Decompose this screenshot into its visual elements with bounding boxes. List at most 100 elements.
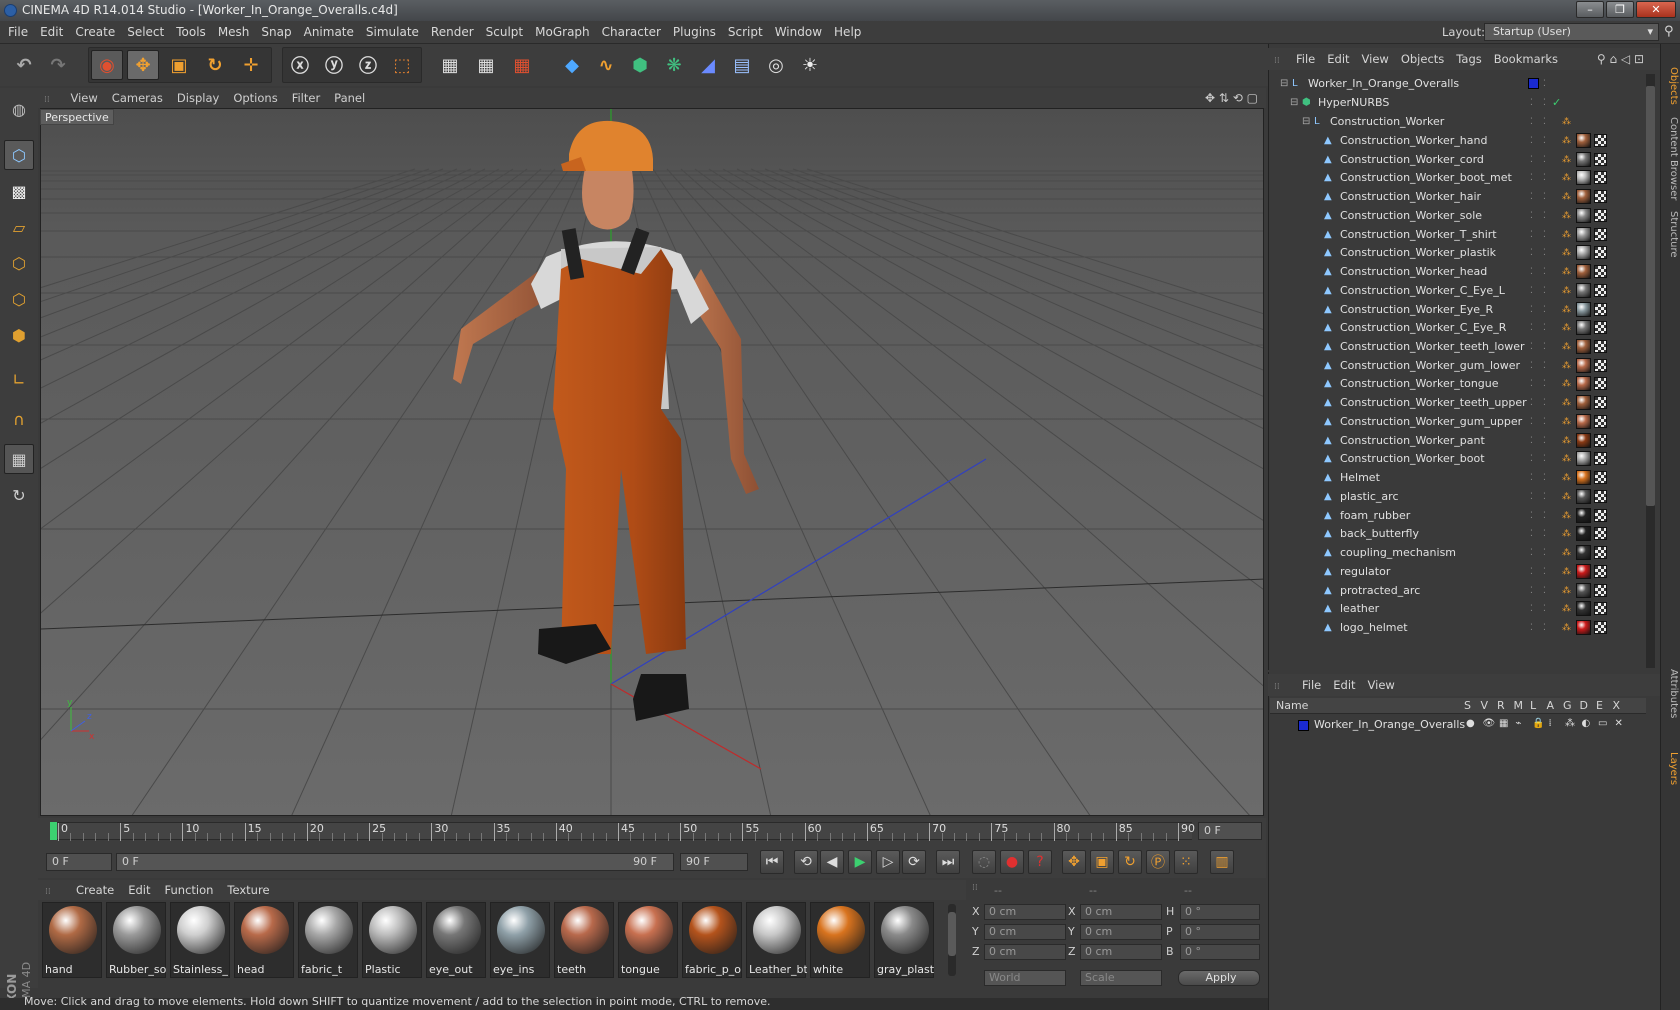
material-tag-icon[interactable] [1576,563,1591,579]
visibility-dots[interactable]: ⁚ [1530,412,1533,432]
uvw-tag-icon[interactable] [1594,396,1607,410]
layer-column-header[interactable]: M [1514,699,1524,712]
tree-expand-icon[interactable]: ⊟ [1280,74,1288,94]
object-tree-item[interactable]: ▲ Construction_Worker_C_Eye_L ⁚ ⁚ ⁂ [1270,281,1650,301]
object-tree-item[interactable]: ▲ Construction_Worker_plastik ⁚ ⁚ ⁂ [1270,243,1650,263]
layer-color-swatch[interactable] [1298,720,1309,731]
timeline-playhead[interactable] [50,822,57,840]
visibility-dots[interactable]: ⁚ [1530,300,1533,320]
layer-column-header[interactable]: R [1497,699,1505,712]
object-tree-item[interactable]: ▲ Construction_Worker_teeth_lower ⁚ ⁚ ⁂ [1270,337,1650,357]
object-menu-edit[interactable]: Edit [1321,48,1355,70]
layer-flag-icon[interactable]: ▦ [1499,718,1508,729]
visibility-dots[interactable]: ⁚ [1530,281,1533,301]
render-dots[interactable]: ⁚ [1543,150,1546,170]
coord-mode-dropdown[interactable]: Scale [1080,970,1162,986]
material-swatch[interactable]: fabric_p_o [682,902,742,978]
visibility-dots[interactable]: ⁚ [1530,112,1533,132]
viewport-menu-view[interactable]: View [64,88,105,108]
phong-tag-icon[interactable]: ⁂ [1562,117,1572,127]
menu-mograph[interactable]: MoGraph [529,21,596,44]
render-dots[interactable]: ⁚ [1543,468,1546,488]
layer-column-header[interactable]: D [1580,699,1588,712]
object-menu-objects[interactable]: Objects [1395,48,1450,70]
object-tree-item[interactable]: ▲ protracted_arc ⁚ ⁚ ⁂ [1270,581,1650,601]
layer-flag-icon[interactable]: ● [1466,718,1475,729]
side-tab-objects[interactable]: Objects [1663,56,1679,116]
visibility-dots[interactable]: ⁚ [1530,506,1533,526]
render-picture-viewer-icon[interactable]: ▦ [470,50,502,80]
coord-rotation-field[interactable]: 0 ° [1180,904,1260,920]
material-tag-icon[interactable] [1576,245,1591,261]
key-rotation-icon[interactable]: ↻ [1118,850,1142,874]
uvw-tag-icon[interactable] [1594,227,1607,241]
render-dots[interactable]: ⁚ [1543,449,1546,469]
object-tree-item[interactable]: ▲ leather ⁚ ⁚ ⁂ [1270,599,1650,619]
object-tree-item[interactable]: ▲ Construction_Worker_boot_met ⁚ ⁚ ⁂ [1270,168,1650,188]
material-menu-function[interactable]: Function [158,880,221,900]
phong-tag-icon[interactable]: ⁂ [1562,398,1572,408]
uvw-tag-icon[interactable] [1594,265,1607,279]
material-swatch[interactable]: teeth [554,902,614,978]
visibility-dots[interactable]: ⁚ [1530,431,1533,451]
side-tab-layers[interactable]: Layers [1663,734,1679,804]
render-dots[interactable]: ⁚ [1543,581,1546,601]
material-tag-icon[interactable] [1576,282,1591,298]
array-icon[interactable]: ❋ [658,50,690,80]
phong-tag-icon[interactable]: ⁂ [1562,192,1572,202]
floor-icon[interactable]: ▤ [726,50,758,80]
uvw-tag-icon[interactable] [1594,208,1607,222]
object-tree-item[interactable]: ▲ Helmet ⁚ ⁚ ⁂ [1270,468,1650,488]
layer-column-header[interactable]: S [1464,699,1471,712]
phong-tag-icon[interactable]: ⁂ [1562,211,1572,221]
material-tag-icon[interactable] [1576,339,1591,355]
object-tree-item[interactable]: ▲ regulator ⁚ ⁚ ⁂ [1270,562,1650,582]
menu-simulate[interactable]: Simulate [360,21,425,44]
object-tree-item[interactable]: ▲ Construction_Worker_pant ⁚ ⁚ ⁂ [1270,431,1650,451]
layout-dropdown[interactable]: Startup (User) ▾ [1484,23,1659,41]
material-tag-icon[interactable] [1576,470,1591,486]
menu-create[interactable]: Create [69,21,121,44]
material-swatch[interactable]: white [810,902,870,978]
phong-tag-icon[interactable]: ⁂ [1562,230,1572,240]
object-menu-view[interactable]: View [1356,48,1395,70]
scale-tool-icon[interactable]: ▣ [163,50,195,80]
visibility-dots[interactable]: ⁚ [1530,562,1533,582]
render-dots[interactable]: ⁚ [1543,225,1546,245]
layer-flag-icon[interactable]: ◐ [1582,718,1591,729]
visibility-dots[interactable]: ⁚ [1530,150,1533,170]
menu-plugins[interactable]: Plugins [667,21,722,44]
viewport-menu-filter[interactable]: Filter [285,88,327,108]
material-menu-edit[interactable]: Edit [121,880,157,900]
key-scale-icon[interactable]: ▣ [1090,850,1114,874]
object-tree-item[interactable]: ▲ Construction_Worker_tongue ⁚ ⁚ ⁂ [1270,374,1650,394]
visibility-dots[interactable]: ⁚ [1530,93,1533,113]
timeline-window-icon[interactable]: ▥ [1210,850,1234,874]
uvw-tag-icon[interactable] [1594,283,1607,297]
render-dots[interactable]: ⁚ [1543,243,1546,263]
coord-size-field[interactable]: 0 cm [1080,944,1162,960]
phong-tag-icon[interactable]: ⁂ [1562,286,1572,296]
menu-sculpt[interactable]: Sculpt [480,21,529,44]
texture-mode-icon[interactable]: ▩ [4,176,34,206]
uvw-tag-icon[interactable] [1594,302,1607,316]
object-menu-file[interactable]: File [1290,48,1321,70]
visibility-dots[interactable]: ⁚ [1530,206,1533,226]
start-frame-field[interactable]: 0 F [46,853,112,871]
x-axis-lock-icon[interactable]: ⓧ [284,50,316,80]
object-tree-item[interactable]: ▲ Construction_Worker_gum_lower ⁚ ⁚ ⁂ [1270,356,1650,376]
camera-icon[interactable]: ◎ [760,50,792,80]
object-tree-item[interactable]: ▲ Construction_Worker_gum_upper ⁚ ⁚ ⁂ [1270,412,1650,432]
layer-flag-icon[interactable]: ▭ [1598,718,1607,729]
previous-key-icon[interactable]: ⟲ [794,850,818,874]
material-tag-icon[interactable] [1576,432,1591,448]
phong-tag-icon[interactable]: ⁂ [1562,379,1572,389]
visibility-dots[interactable]: ⁚ [1530,487,1533,507]
light-icon[interactable]: ☀ [794,50,826,80]
timeline-ruler[interactable]: 0 5 10 15 20 25 30 35 40 45 50 55 60 65 70 75 80 85 90 [50,822,1195,841]
object-tree-item[interactable]: ▲ Construction_Worker_head ⁚ ⁚ ⁂ [1270,262,1650,282]
menu-script[interactable]: Script [722,21,769,44]
side-tab-structure[interactable]: Structure [1663,194,1679,274]
render-dots[interactable]: ⁚ [1543,93,1546,113]
visibility-dots[interactable]: ⁚ [1530,543,1533,563]
